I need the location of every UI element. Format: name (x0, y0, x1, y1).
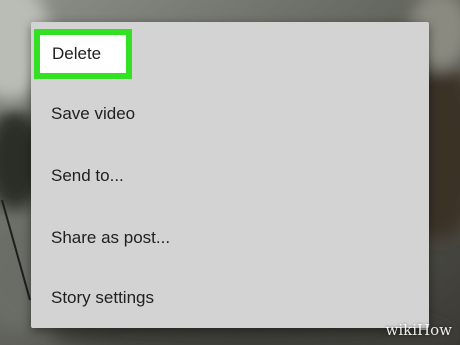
menu-item-label: Send to... (51, 166, 124, 185)
menu-item-save-video[interactable]: Save video (31, 84, 429, 144)
menu-item-label: Share as post... (51, 228, 171, 247)
menu-item-send-to[interactable]: Send to... (31, 146, 429, 206)
menu-item-label: Story settings (51, 288, 154, 307)
highlight-label: Delete (52, 44, 102, 63)
menu-item-story-settings[interactable]: Story settings (31, 268, 429, 328)
delete-highlight-box[interactable]: Delete (34, 29, 132, 79)
screen: Delete Save video Send to... Share as po… (0, 0, 460, 345)
menu-item-label: Save video (51, 104, 136, 123)
menu-item-share-as-post[interactable]: Share as post... (31, 208, 429, 268)
watermark-logo: wikiHow (385, 321, 452, 339)
